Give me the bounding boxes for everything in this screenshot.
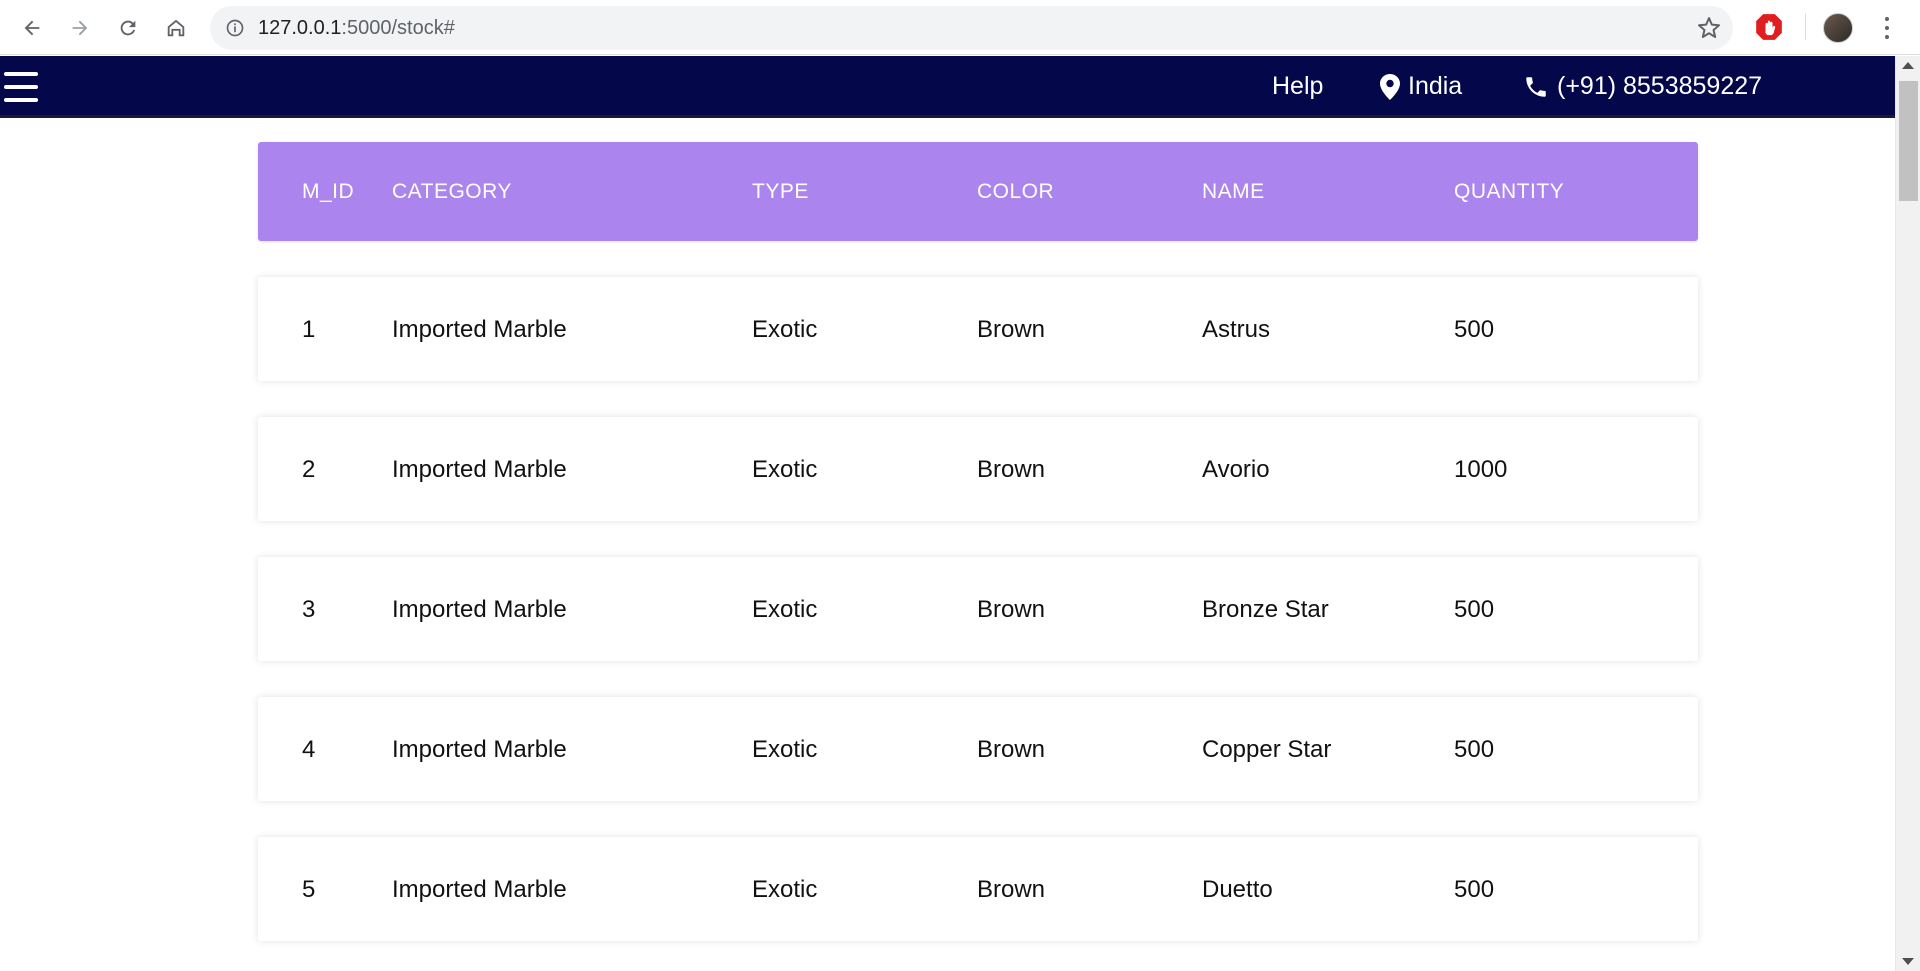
scroll-up-arrow-icon[interactable] — [1902, 62, 1914, 69]
table-header: M_ID CATEGORY TYPE COLOR NAME QUANTITY — [258, 142, 1698, 241]
phone-icon — [1526, 76, 1546, 97]
cell-quantity: 500 — [1454, 736, 1495, 763]
column-header-color: COLOR — [977, 180, 1055, 203]
cell-quantity: 500 — [1454, 316, 1495, 343]
phone-link[interactable]: (+91) 8553859227 — [1523, 72, 1762, 101]
cell-m-id: 2 — [302, 456, 316, 483]
cell-category: Imported Marble — [392, 876, 567, 903]
help-link[interactable]: Help — [1272, 72, 1323, 101]
browser-menu-icon[interactable] — [1877, 13, 1897, 43]
column-header-quantity: QUANTITY — [1454, 180, 1565, 203]
url-path: :5000/stock# — [341, 16, 455, 39]
adblock-extension-icon[interactable] — [1755, 13, 1783, 41]
cell-type: Exotic — [752, 456, 818, 483]
browser-toolbar: 127.0.0.1:5000/stock# — [0, 0, 1920, 55]
cell-color: Brown — [977, 736, 1046, 763]
cell-name: Copper Star — [1202, 736, 1332, 763]
scroll-thumb[interactable] — [1899, 81, 1918, 201]
cell-name: Duetto — [1202, 876, 1273, 903]
table-row: 3 Imported Marble Exotic Brown Bronze St… — [258, 557, 1698, 661]
map-pin-icon — [1380, 73, 1400, 100]
arrow-right-icon — [72, 20, 88, 36]
phone-label: (+91) 8553859227 — [1557, 72, 1763, 100]
hamburger-menu-icon[interactable] — [4, 70, 38, 104]
table-row: 4 Imported Marble Exotic Brown Copper St… — [258, 697, 1698, 801]
help-label: Help — [1272, 72, 1324, 100]
home-icon — [167, 19, 185, 37]
cell-type: Exotic — [752, 316, 818, 343]
cell-m-id: 4 — [302, 736, 316, 763]
cell-name: Bronze Star — [1202, 596, 1329, 623]
reload-button[interactable] — [110, 10, 146, 46]
cell-color: Brown — [977, 316, 1046, 343]
bookmark-star-icon[interactable] — [1697, 16, 1721, 40]
column-header-category: CATEGORY — [392, 180, 512, 203]
cell-type: Exotic — [752, 736, 818, 763]
cell-color: Brown — [977, 456, 1046, 483]
location-link[interactable]: India — [1380, 72, 1462, 101]
arrow-left-icon — [24, 20, 40, 36]
location-label: India — [1408, 72, 1463, 100]
cell-m-id: 5 — [302, 876, 316, 903]
url-text: 127.0.0.1:5000/stock# — [258, 17, 455, 40]
profile-avatar[interactable] — [1823, 13, 1853, 43]
cell-quantity: 1000 — [1454, 456, 1508, 483]
stock-table: M_ID CATEGORY TYPE COLOR NAME QUANTITY 1… — [258, 142, 1698, 941]
toolbar-divider — [1805, 14, 1806, 40]
page-scrollbar[interactable] — [1895, 56, 1920, 971]
column-header-m-id: M_ID — [302, 180, 355, 203]
column-header-name: NAME — [1202, 180, 1265, 203]
cell-type: Exotic — [752, 596, 818, 623]
address-bar[interactable]: 127.0.0.1:5000/stock# — [210, 6, 1733, 50]
cell-category: Imported Marble — [392, 316, 567, 343]
cell-m-id: 1 — [302, 316, 316, 343]
cell-quantity: 500 — [1454, 876, 1495, 903]
cell-category: Imported Marble — [392, 456, 567, 483]
site-header: Help India (+91) 8553859227 — [0, 56, 1895, 118]
cell-name: Avorio — [1202, 456, 1270, 483]
column-header-type: TYPE — [752, 180, 809, 203]
cell-color: Brown — [977, 596, 1046, 623]
table-row: 5 Imported Marble Exotic Brown Duetto 50… — [258, 837, 1698, 941]
cell-name: Astrus — [1202, 316, 1271, 343]
url-host: 127.0.0.1 — [258, 16, 342, 39]
cell-m-id: 3 — [302, 596, 316, 623]
forward-button[interactable] — [62, 10, 98, 46]
home-button[interactable] — [158, 10, 194, 46]
cell-category: Imported Marble — [392, 596, 567, 623]
back-button[interactable] — [14, 10, 50, 46]
cell-color: Brown — [977, 876, 1046, 903]
table-row: 1 Imported Marble Exotic Brown Astrus 50… — [258, 277, 1698, 381]
info-icon[interactable] — [224, 17, 246, 39]
table-row: 2 Imported Marble Exotic Brown Avorio 10… — [258, 417, 1698, 521]
cell-category: Imported Marble — [392, 736, 567, 763]
cell-type: Exotic — [752, 876, 818, 903]
cell-quantity: 500 — [1454, 596, 1495, 623]
scroll-down-arrow-icon[interactable] — [1902, 958, 1914, 965]
reload-icon — [120, 20, 136, 36]
